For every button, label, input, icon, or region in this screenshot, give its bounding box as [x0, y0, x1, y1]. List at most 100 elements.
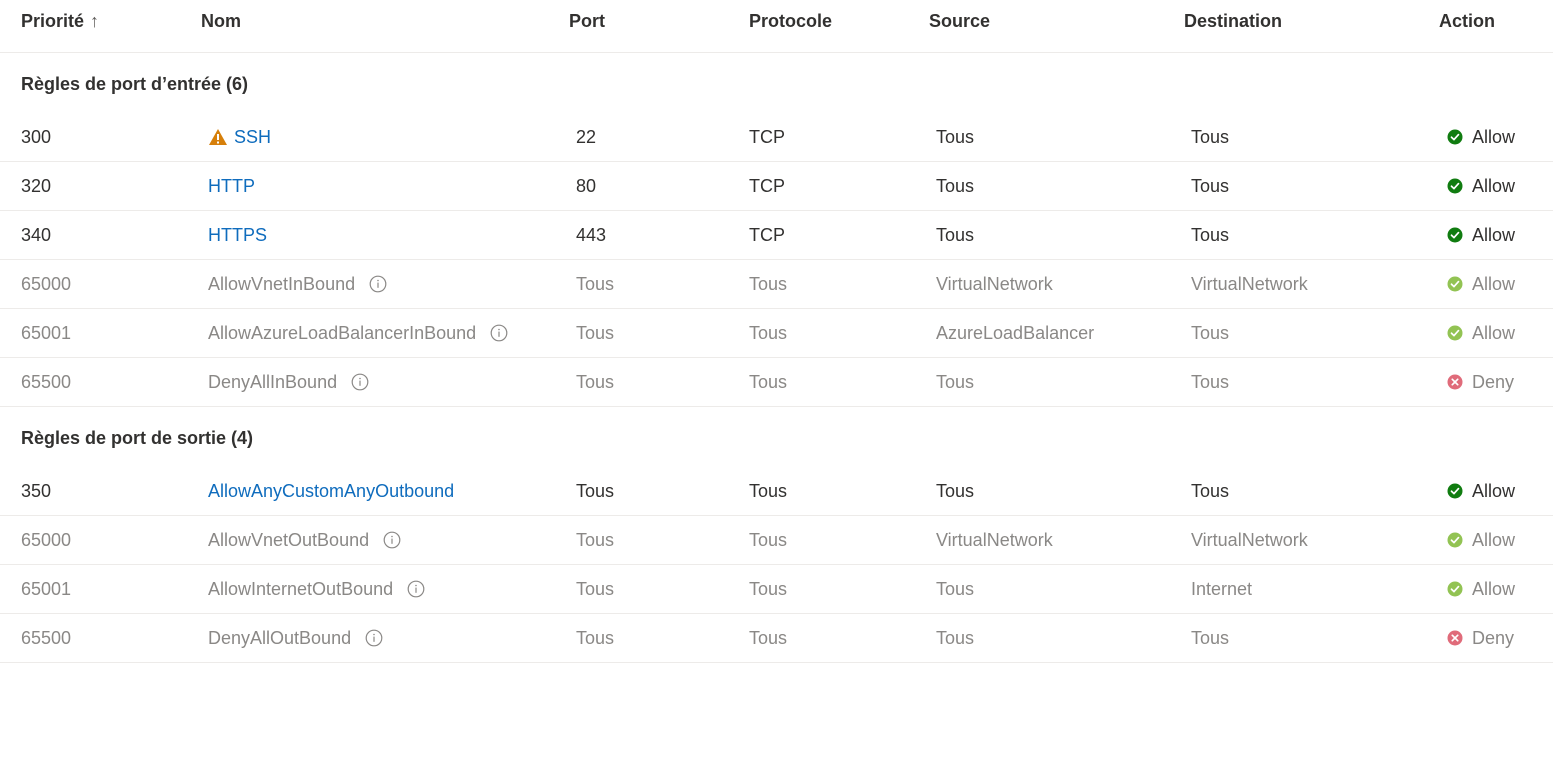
column-header-name[interactable]: Nom	[201, 10, 241, 32]
info-icon[interactable]	[490, 324, 508, 342]
rule-name-cell: SSH	[208, 126, 271, 148]
table-row[interactable]: 320 HTTP 80 TCP Tous Tous Allow	[0, 162, 1553, 211]
rule-port: Tous	[576, 372, 615, 392]
table-row[interactable]: 65000 AllowVnetInBound Tous Tous VirtualNet…	[0, 260, 1553, 309]
rule-priority: 65000	[21, 530, 72, 550]
rule-name: AllowVnetInBound	[208, 274, 356, 294]
rule-source: AzureLoadBalancer	[936, 323, 1095, 343]
rule-port: Tous	[576, 481, 615, 501]
rule-action: Allow	[1447, 322, 1515, 344]
allow-check-icon	[1447, 227, 1463, 243]
rule-name-link[interactable]: HTTP	[208, 175, 255, 197]
table-row[interactable]: 65000 AllowVnetOutBound Tous Tous VirtualNe…	[0, 516, 1553, 565]
sort-ascending-icon: ↑	[90, 11, 100, 31]
rule-priority: 65001	[21, 323, 72, 343]
rule-protocol: Tous	[749, 323, 788, 343]
rule-name: AllowInternetOutBound	[208, 579, 394, 599]
rule-action-label: Allow	[1472, 127, 1516, 147]
rule-action-label: Allow	[1472, 225, 1516, 245]
rule-protocol: Tous	[749, 628, 788, 648]
inbound-section-header: Règles de port d’entrée (6)	[0, 53, 1553, 113]
rule-port: Tous	[576, 323, 615, 343]
column-header-protocol[interactable]: Protocole	[749, 10, 832, 32]
rule-port: 443	[576, 225, 607, 245]
column-header-priority-label: Priorité	[21, 11, 85, 31]
info-icon[interactable]	[407, 580, 425, 598]
rule-source: Tous	[936, 127, 975, 147]
rule-port: Tous	[576, 530, 615, 550]
rule-name-link[interactable]: HTTPS	[208, 224, 267, 246]
rule-action-label: Deny	[1472, 372, 1515, 392]
rule-name-cell: AllowAzureLoadBalancerInBound	[208, 322, 508, 344]
rule-port: 80	[576, 176, 597, 196]
column-header-port[interactable]: Port	[569, 10, 605, 32]
rule-source: VirtualNetwork	[936, 530, 1053, 550]
outbound-rules-list: 350 AllowAnyCustomAnyOutbound Tous Tous Tous…	[0, 467, 1553, 663]
rule-protocol: TCP	[749, 176, 785, 196]
rule-action: Allow	[1447, 578, 1515, 600]
inbound-rules-list: 300 SSH 22 TCP Tous Tous Allow 320 HTTP 80 TCP To…	[0, 113, 1553, 407]
rule-name-link[interactable]: SSH	[234, 126, 271, 148]
info-icon[interactable]	[369, 275, 387, 293]
table-row[interactable]: 65001 AllowInternetOutBound Tous Tous Tous I…	[0, 565, 1553, 614]
rule-source: Tous	[936, 481, 975, 501]
column-header-source[interactable]: Source	[929, 10, 990, 32]
rule-action: Allow	[1447, 224, 1515, 246]
rule-action-label: Allow	[1472, 481, 1516, 501]
rule-priority: 320	[21, 176, 52, 196]
table-row[interactable]: 65500 DenyAllOutBound Tous Tous Tous Tous De…	[0, 614, 1553, 663]
rule-name-cell: DenyAllOutBound	[208, 627, 383, 649]
rule-action: Allow	[1447, 480, 1515, 502]
column-header-priority[interactable]: Priorité ↑	[21, 10, 99, 32]
allow-check-icon	[1447, 581, 1463, 597]
rule-destination: Tous	[1191, 481, 1230, 501]
rule-port: 22	[576, 127, 597, 147]
allow-check-icon	[1447, 325, 1463, 341]
rule-port: Tous	[576, 274, 615, 294]
rule-destination: VirtualNetwork	[1191, 530, 1308, 550]
rule-destination: Tous	[1191, 127, 1230, 147]
rule-name: DenyAllOutBound	[208, 628, 352, 648]
rule-protocol: TCP	[749, 127, 785, 147]
rule-priority: 340	[21, 225, 52, 245]
allow-check-icon	[1447, 532, 1463, 548]
rule-protocol: Tous	[749, 372, 788, 392]
rule-protocol: Tous	[749, 481, 788, 501]
rule-name-cell: AllowInternetOutBound	[208, 578, 425, 600]
rule-source: Tous	[936, 176, 975, 196]
table-row[interactable]: 350 AllowAnyCustomAnyOutbound Tous Tous Tous…	[0, 467, 1553, 516]
allow-check-icon	[1447, 178, 1463, 194]
rule-action-label: Allow	[1472, 176, 1516, 196]
rule-protocol: TCP	[749, 225, 785, 245]
table-row[interactable]: 65500 DenyAllInBound Tous Tous Tous Tous Den…	[0, 358, 1553, 407]
table-row[interactable]: 65001 AllowAzureLoadBalancerInBound Tous T…	[0, 309, 1553, 358]
rule-action: Deny	[1447, 371, 1514, 393]
rule-action: Allow	[1447, 529, 1515, 551]
table-row[interactable]: 340 HTTPS 443 TCP Tous Tous Allow	[0, 211, 1553, 260]
rule-source: Tous	[936, 372, 975, 392]
info-icon[interactable]	[365, 629, 383, 647]
allow-check-icon	[1447, 276, 1463, 292]
table-row[interactable]: 300 SSH 22 TCP Tous Tous Allow	[0, 113, 1553, 162]
rule-destination: Tous	[1191, 225, 1230, 245]
rule-action: Allow	[1447, 175, 1515, 197]
inbound-section-title: Règles de port d’entrée (6)	[21, 74, 249, 94]
column-header-action[interactable]: Action	[1439, 10, 1495, 32]
rule-name-link[interactable]: AllowAnyCustomAnyOutbound	[208, 480, 454, 502]
column-header-destination[interactable]: Destination	[1184, 10, 1282, 32]
rule-priority: 65500	[21, 628, 72, 648]
outbound-section-header: Règles de port de sortie (4)	[0, 407, 1553, 467]
info-icon[interactable]	[351, 373, 369, 391]
rule-destination: VirtualNetwork	[1191, 274, 1308, 294]
rule-name-cell: AllowVnetInBound	[208, 273, 387, 295]
rule-name-cell: HTTPS	[208, 224, 267, 246]
info-icon[interactable]	[383, 531, 401, 549]
rule-destination: Tous	[1191, 372, 1230, 392]
rule-destination: Tous	[1191, 628, 1230, 648]
rule-priority: 65500	[21, 372, 72, 392]
rule-action-label: Allow	[1472, 579, 1516, 599]
deny-x-icon	[1447, 630, 1463, 646]
rule-priority: 65000	[21, 274, 72, 294]
rule-name: AllowAzureLoadBalancerInBound	[208, 323, 477, 343]
allow-check-icon	[1447, 483, 1463, 499]
